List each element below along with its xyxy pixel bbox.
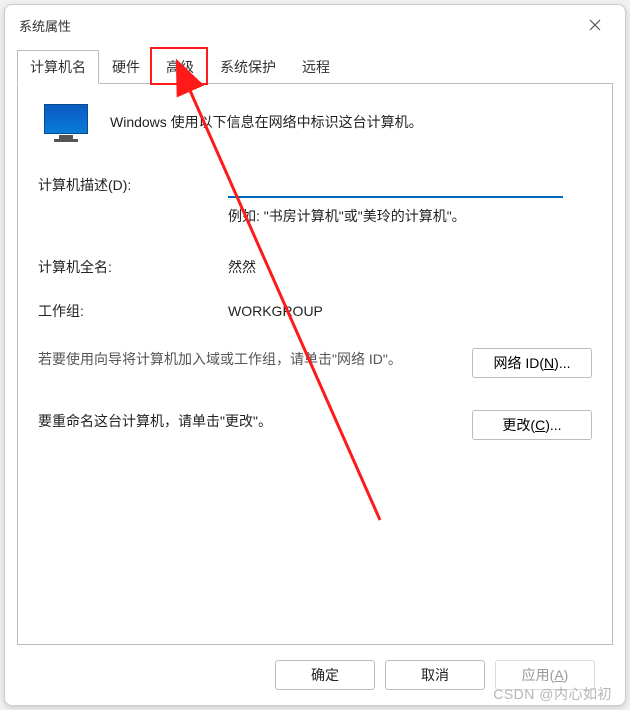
tab-advanced[interactable]: 高级 <box>153 50 207 84</box>
info-row: Windows 使用以下信息在网络中标识这台计算机。 <box>38 104 592 144</box>
description-input[interactable] <box>228 172 563 198</box>
network-id-button[interactable]: 网络 ID(N)... <box>472 348 592 378</box>
tab-computer-name[interactable]: 计算机名 <box>17 50 99 84</box>
titlebar: 系统属性 <box>5 5 625 45</box>
tab-remote[interactable]: 远程 <box>289 50 343 84</box>
row-description: 计算机描述(D): <box>38 170 592 200</box>
row-network-id: 若要使用向导将计算机加入域或工作组，请单击"网络 ID"。 网络 ID(N)..… <box>38 348 592 378</box>
fullname-value: 然然 <box>228 257 592 277</box>
window-title: 系统属性 <box>19 16 579 35</box>
workgroup-value: WORKGROUP <box>228 303 592 319</box>
watermark-text: CSDN @内心如初 <box>493 684 612 704</box>
tab-page-computer-name: Windows 使用以下信息在网络中标识这台计算机。 计算机描述(D): 例如:… <box>17 83 613 645</box>
content-area: 计算机名 硬件 高级 系统保护 远程 Windows 使用以下信息在网络中标识这… <box>5 45 625 705</box>
close-button[interactable] <box>579 9 611 41</box>
workgroup-label: 工作组: <box>38 301 228 321</box>
tab-system-protection[interactable]: 系统保护 <box>207 50 289 84</box>
row-fullname: 计算机全名: 然然 <box>38 252 592 282</box>
form-grid: 计算机描述(D): 例如: "书房计算机"或"美玲的计算机"。 计算机全名: 然… <box>38 170 592 440</box>
close-icon <box>589 19 601 31</box>
cancel-button[interactable]: 取消 <box>385 660 485 690</box>
ok-button[interactable]: 确定 <box>275 660 375 690</box>
change-text: 要重命名这台计算机，请单击"更改"。 <box>38 410 472 432</box>
row-change: 要重命名这台计算机，请单击"更改"。 更改(C)... <box>38 410 592 440</box>
description-label: 计算机描述(D): <box>38 175 228 195</box>
tab-hardware[interactable]: 硬件 <box>99 50 153 84</box>
system-properties-window: 系统属性 计算机名 硬件 高级 系统保护 远程 Windows 使用以下信息在网… <box>4 4 626 706</box>
info-text: Windows 使用以下信息在网络中标识这台计算机。 <box>110 104 423 132</box>
change-button[interactable]: 更改(C)... <box>472 410 592 440</box>
network-id-text: 若要使用向导将计算机加入域或工作组，请单击"网络 ID"。 <box>38 348 472 370</box>
fullname-label: 计算机全名: <box>38 257 228 277</box>
computer-icon <box>42 104 90 144</box>
tabstrip: 计算机名 硬件 高级 系统保护 远程 <box>17 49 613 83</box>
row-workgroup: 工作组: WORKGROUP <box>38 296 592 326</box>
description-example: 例如: "书房计算机"或"美玲的计算机"。 <box>228 206 592 226</box>
